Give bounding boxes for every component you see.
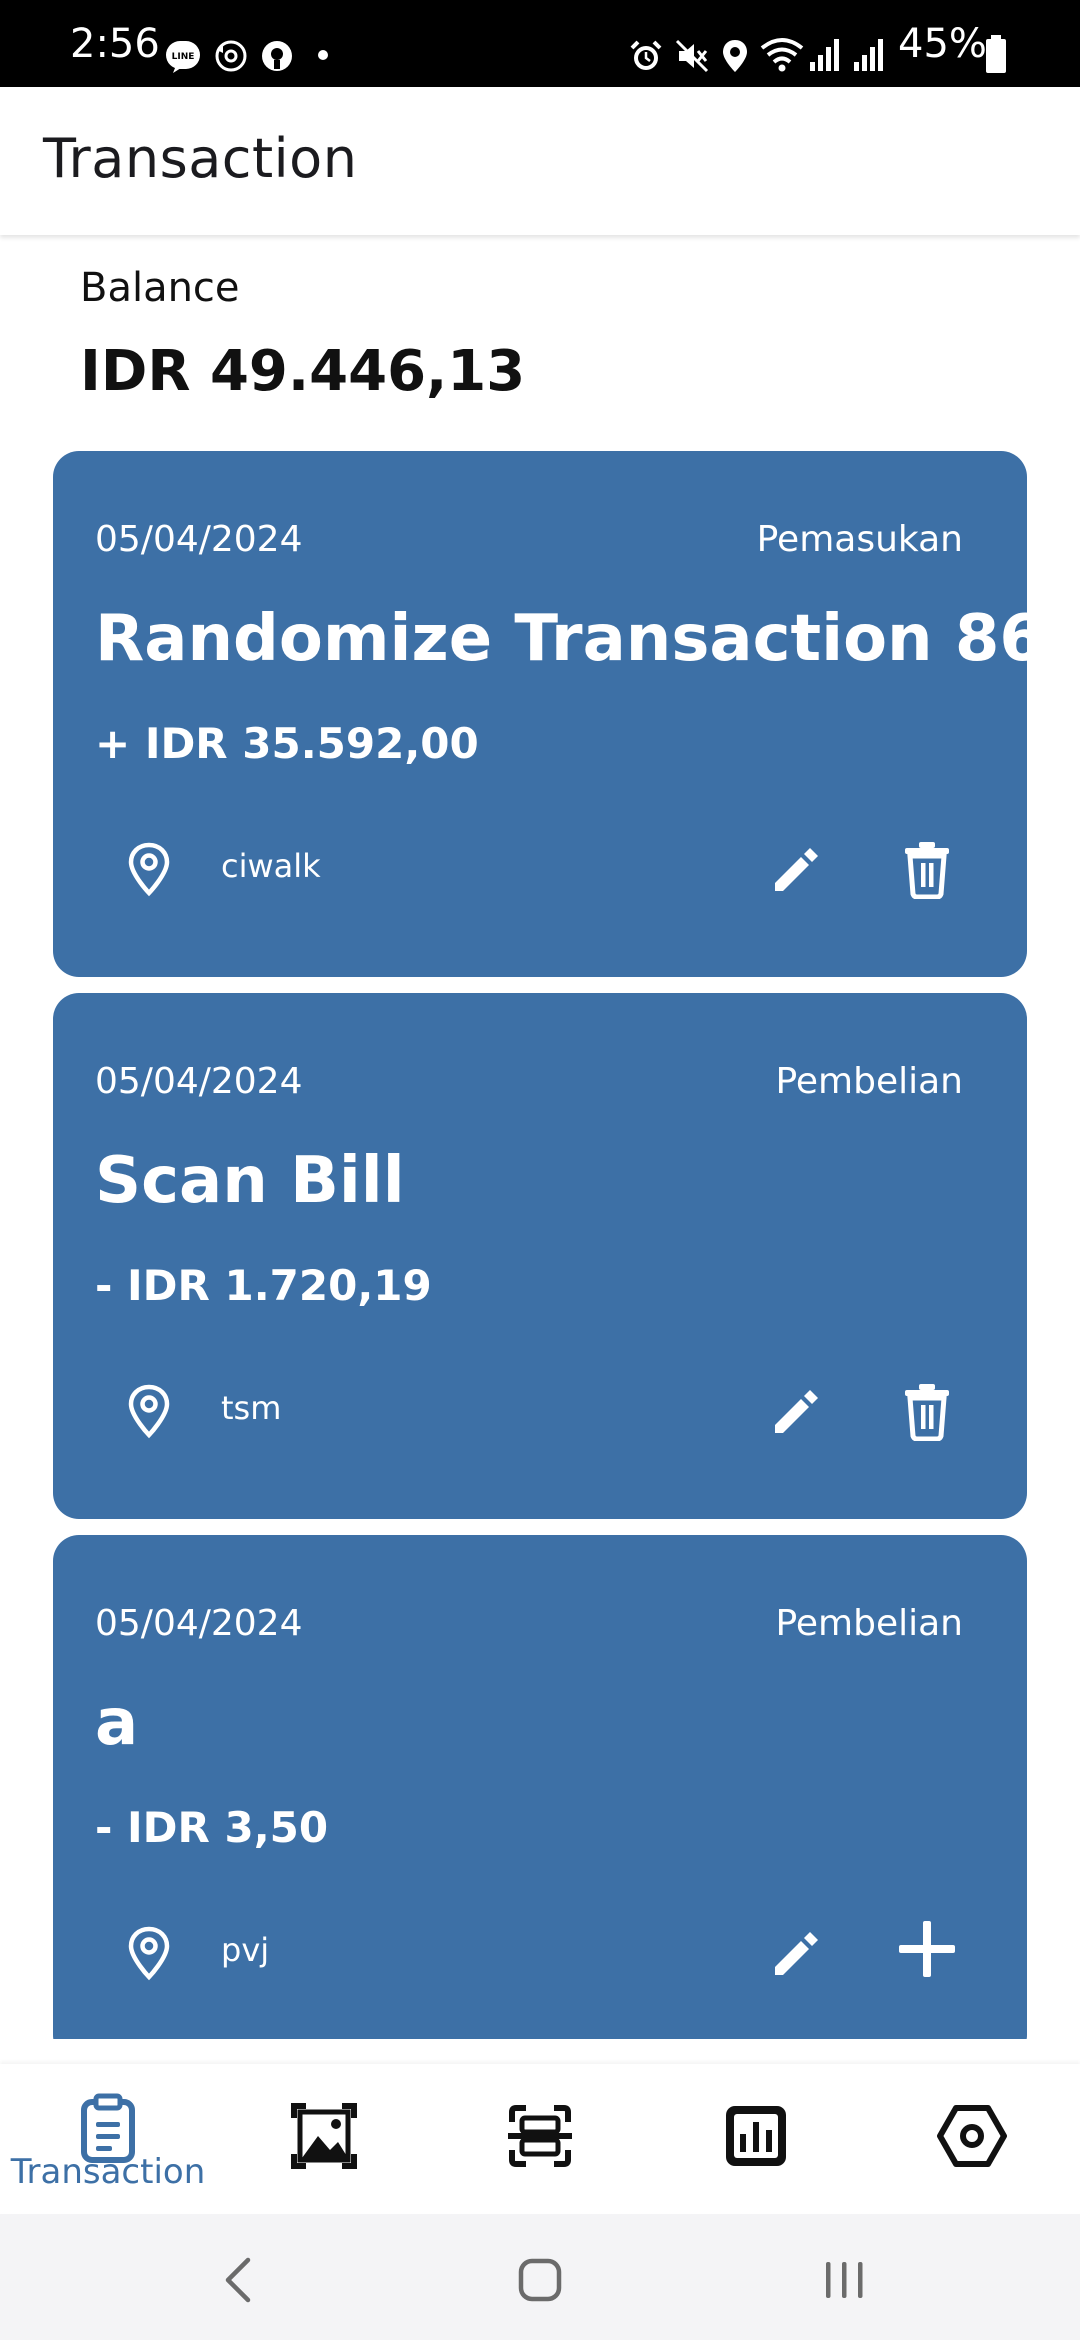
location-pin-icon	[128, 842, 170, 897]
location-pin-icon	[128, 1384, 170, 1439]
wifi-icon	[760, 38, 804, 72]
recents-icon[interactable]	[808, 2244, 880, 2316]
battery-icon	[986, 35, 1006, 73]
signal-icon	[810, 39, 839, 71]
alarm-icon	[630, 40, 662, 70]
nav-label-transaction: Transaction	[10, 2152, 206, 2192]
transaction-card[interactable]: 05/04/2024 Pembelian Scan Bill - IDR 1.7…	[53, 993, 1027, 1519]
nav-item-settings[interactable]	[864, 2064, 1080, 2214]
status-bar: 2:56 LINE 45%	[0, 0, 1080, 87]
add-icon[interactable]	[891, 1913, 963, 1985]
location-pin-icon	[128, 1926, 170, 1981]
location-icon	[723, 40, 747, 72]
line-app-icon: LINE	[166, 41, 200, 73]
edit-icon[interactable]	[767, 841, 823, 897]
svg-text:LINE: LINE	[172, 52, 195, 62]
page-title: Transaction	[43, 127, 358, 190]
signal-icon-2	[854, 39, 883, 71]
transaction-amount: - IDR 1.720,19	[95, 1261, 432, 1310]
settings-icon	[937, 2105, 1007, 2167]
nav-item-scan[interactable]	[432, 2064, 648, 2214]
transaction-title: Scan Bill	[95, 1144, 405, 1218]
transaction-list[interactable]: Balance IDR 49.446,13 05/04/2024 Pemasuk…	[0, 235, 1080, 2039]
delete-icon[interactable]	[899, 1381, 955, 1441]
mute-icon	[675, 39, 709, 73]
chart-icon	[726, 2106, 786, 2166]
delete-icon[interactable]	[899, 839, 955, 899]
transaction-date: 05/04/2024	[95, 1061, 303, 1102]
edit-icon[interactable]	[767, 1383, 823, 1439]
transaction-type: Pembelian	[775, 1603, 963, 1644]
screen: 2:56 LINE 45% Transaction Balance IDR 49…	[0, 0, 1080, 2340]
app-bar: Transaction	[0, 87, 1080, 235]
balance-value: IDR 49.446,13	[80, 339, 526, 404]
transaction-location: tsm	[221, 1389, 282, 1427]
sync-icon	[215, 40, 247, 72]
transaction-date: 05/04/2024	[95, 519, 303, 560]
gallery-icon	[291, 2103, 357, 2169]
home-icon[interactable]	[504, 2244, 576, 2316]
bottom-navigation: Transaction	[0, 2064, 1080, 2214]
transaction-amount: + IDR 35.592,00	[95, 719, 479, 768]
transaction-title: a	[95, 1686, 139, 1760]
transaction-type: Pembelian	[775, 1061, 963, 1102]
nav-item-transaction[interactable]: Transaction	[0, 2064, 216, 2214]
edit-icon[interactable]	[767, 1925, 823, 1981]
transaction-location: pvj	[221, 1931, 270, 1969]
transaction-card[interactable]: 05/04/2024 Pembelian a - IDR 3,50 pvj	[53, 1535, 1027, 2039]
circle-notification-icon	[262, 41, 292, 71]
transaction-type: Pemasukan	[756, 519, 963, 560]
notification-dot	[318, 50, 328, 60]
status-time: 2:56	[70, 21, 160, 67]
transaction-title: Randomize Transaction 86	[95, 602, 1044, 676]
nav-item-chart[interactable]	[648, 2064, 864, 2214]
nav-item-gallery[interactable]	[216, 2064, 432, 2214]
scan-icon	[508, 2105, 572, 2167]
transaction-location: ciwalk	[221, 847, 321, 885]
transaction-card[interactable]: 05/04/2024 Pemasukan Randomize Transacti…	[53, 451, 1044, 977]
balance-label: Balance	[80, 265, 240, 311]
battery-percent: 45%	[898, 21, 987, 67]
transaction-date: 05/04/2024	[95, 1603, 303, 1644]
transaction-amount: - IDR 3,50	[95, 1803, 329, 1852]
back-icon[interactable]	[204, 2244, 276, 2316]
system-navigation-bar	[0, 2214, 1080, 2340]
